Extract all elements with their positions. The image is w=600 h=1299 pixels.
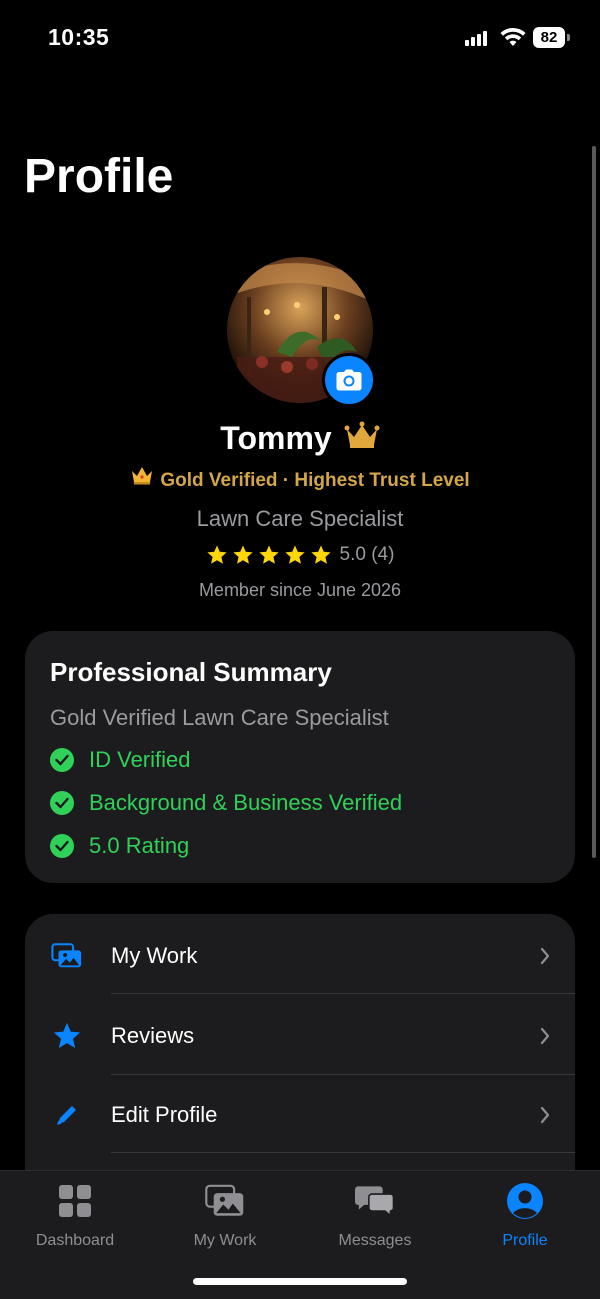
menu-item-edit-profile[interactable]: Edit Profile bbox=[25, 1075, 575, 1153]
menu-item-reviews[interactable]: Reviews bbox=[25, 996, 575, 1074]
professional-summary-card: Professional Summary Gold Verified Lawn … bbox=[25, 631, 575, 883]
star-icon bbox=[258, 545, 279, 564]
profile-menu: My Work Reviews Edit Profile bbox=[25, 914, 575, 1214]
scrollbar[interactable] bbox=[592, 146, 596, 858]
chevron-right-icon bbox=[540, 1027, 550, 1045]
profile-name: Tommy bbox=[220, 420, 332, 456]
tab-my-work[interactable]: My Work bbox=[150, 1181, 300, 1261]
menu-item-label: Reviews bbox=[111, 1023, 195, 1048]
check-label: Background & Business Verified bbox=[89, 790, 403, 815]
check-item: ID Verified bbox=[50, 745, 191, 775]
check-item: Background & Business Verified bbox=[50, 788, 402, 818]
summary-title: Professional Summary bbox=[50, 657, 332, 687]
battery-tip bbox=[567, 34, 570, 41]
tab-label: Profile bbox=[502, 1232, 548, 1249]
checkmark-icon bbox=[50, 834, 74, 858]
tab-label: My Work bbox=[193, 1232, 257, 1249]
person-circle-icon bbox=[505, 1181, 545, 1221]
check-label: ID Verified bbox=[89, 747, 191, 772]
star-icon bbox=[284, 545, 305, 564]
menu-item-my-work[interactable]: My Work bbox=[25, 916, 575, 994]
home-indicator[interactable] bbox=[193, 1278, 407, 1285]
menu-item-label: My Work bbox=[111, 943, 198, 968]
tab-messages[interactable]: Messages bbox=[300, 1181, 450, 1261]
star-icon bbox=[51, 1020, 83, 1052]
menu-item-label: Edit Profile bbox=[111, 1102, 218, 1127]
star-rating bbox=[206, 541, 336, 569]
photos-icon bbox=[51, 940, 83, 972]
profile-name-row: Tommy bbox=[0, 416, 600, 460]
grid-icon bbox=[55, 1181, 95, 1221]
cellular-signal-icon bbox=[465, 30, 493, 46]
photos-icon bbox=[205, 1181, 245, 1221]
chevron-right-icon bbox=[540, 1106, 550, 1124]
crown-icon bbox=[344, 416, 380, 460]
tab-label: Dashboard bbox=[35, 1232, 115, 1249]
page-title: Profile bbox=[24, 150, 174, 203]
summary-subtitle: Gold Verified Lawn Care Specialist bbox=[50, 705, 389, 730]
tab-profile[interactable]: Profile bbox=[450, 1181, 600, 1261]
check-item: 5.0 Rating bbox=[50, 831, 189, 861]
divider bbox=[111, 993, 575, 994]
checkmark-icon bbox=[50, 791, 74, 815]
tab-label: Messages bbox=[338, 1232, 412, 1249]
chevron-right-icon bbox=[540, 947, 550, 965]
change-photo-button[interactable] bbox=[322, 353, 376, 407]
star-icon bbox=[206, 545, 227, 564]
divider bbox=[111, 1152, 575, 1153]
job-title: Lawn Care Specialist bbox=[196, 506, 404, 531]
battery-icon: 82 bbox=[533, 27, 565, 48]
star-icon bbox=[310, 545, 331, 564]
camera-icon bbox=[336, 369, 362, 391]
verification-badge: Gold Verified · Highest Trust Level bbox=[0, 465, 600, 494]
member-since: Member since June 2026 bbox=[198, 580, 402, 600]
verification-badge-text: Gold Verified · Highest Trust Level bbox=[160, 470, 470, 491]
pencil-icon bbox=[51, 1099, 83, 1131]
tab-dashboard[interactable]: Dashboard bbox=[0, 1181, 150, 1261]
crown-emoji-icon bbox=[130, 465, 154, 493]
rating-row[interactable]: 5.0 (4) bbox=[0, 541, 600, 569]
wifi-icon bbox=[500, 27, 526, 46]
rating-text: 5.0 (4) bbox=[339, 544, 395, 566]
status-bar: 10:35 82 bbox=[0, 0, 600, 76]
star-icon bbox=[232, 545, 253, 564]
chat-bubbles-icon bbox=[355, 1181, 395, 1221]
check-label: 5.0 Rating bbox=[89, 833, 190, 858]
checkmark-icon bbox=[50, 748, 74, 772]
status-time: 10:35 bbox=[48, 24, 110, 50]
